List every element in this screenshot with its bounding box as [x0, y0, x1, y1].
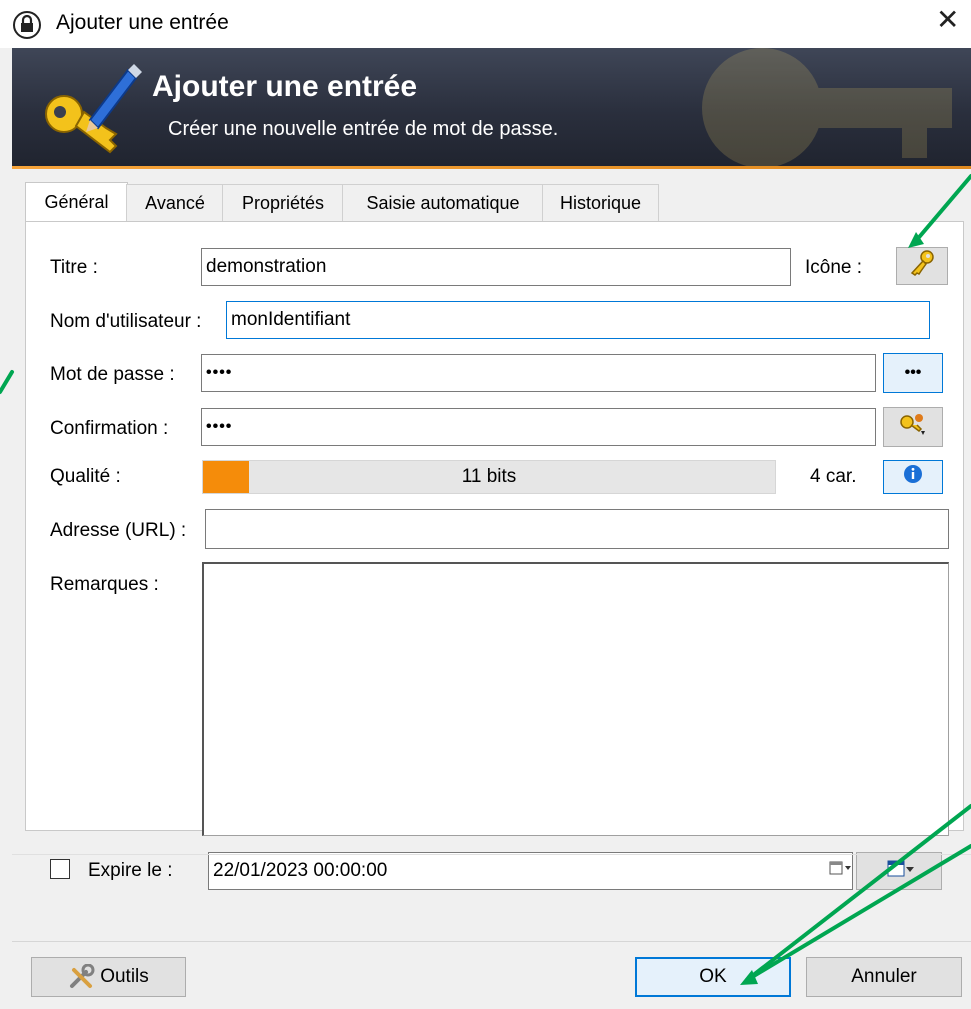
tools-button-label: Outils: [100, 966, 149, 987]
show-password-button[interactable]: •••: [883, 353, 943, 393]
calendar-icon: [829, 860, 853, 882]
tab-general[interactable]: Général: [25, 182, 128, 221]
tab-properties[interactable]: Propriétés: [222, 184, 344, 221]
banner-title: Ajouter une entrée: [152, 70, 418, 103]
url-field[interactable]: [205, 509, 949, 549]
confirm-label: Confirmation :: [50, 418, 169, 439]
clock-dropdown-icon: [882, 857, 916, 885]
lock-icon: [12, 10, 42, 45]
expire-checkbox[interactable]: [50, 859, 70, 879]
banner-watermark-icon: [702, 48, 952, 166]
divider: [12, 854, 971, 855]
notes-label: Remarques :: [50, 574, 159, 595]
expire-date-field[interactable]: 22/01/2023 00:00:00: [208, 852, 852, 890]
close-icon[interactable]: ✕: [936, 6, 959, 34]
username-field[interactable]: monIdentifiant: [226, 301, 930, 339]
expire-label: Expire le :: [88, 860, 173, 881]
key-pencil-icon: [32, 56, 142, 161]
url-label: Adresse (URL) :: [50, 520, 187, 541]
icon-label: Icône :: [805, 257, 863, 278]
title-label: Titre :: [50, 257, 98, 278]
title-field[interactable]: demonstration: [201, 248, 791, 286]
username-label: Nom d'utilisateur :: [50, 311, 202, 332]
icon-picker-button[interactable]: [896, 247, 948, 285]
footer-divider: [12, 941, 971, 942]
banner-accent-stripe: [12, 166, 971, 169]
password-field[interactable]: ••••: [201, 354, 876, 392]
tab-autotype[interactable]: Saisie automatique: [342, 184, 544, 221]
annotation-arrow-left: [0, 370, 14, 394]
cancel-button[interactable]: Annuler: [806, 957, 962, 997]
calendar-dropdown-button[interactable]: [829, 852, 853, 890]
quality-bar: 11 bits: [202, 460, 776, 494]
quality-info-button[interactable]: [883, 460, 943, 494]
quality-bits: 11 bits: [461, 466, 517, 487]
confirm-password-field[interactable]: ••••: [201, 408, 876, 446]
window-title: Ajouter une entrée: [56, 11, 229, 34]
char-count: 4 car.: [810, 466, 857, 487]
quality-label: Qualité :: [50, 466, 121, 487]
password-generator-button[interactable]: [883, 407, 943, 447]
info-icon: [903, 464, 923, 490]
key-icon: [908, 249, 936, 283]
title-bar: Ajouter une entrée ✕: [0, 0, 971, 48]
ok-button[interactable]: OK: [635, 957, 791, 997]
tools-icon: [68, 964, 96, 990]
tools-button[interactable]: Outils: [31, 957, 186, 997]
notes-textarea[interactable]: [202, 562, 949, 836]
tab-advanced[interactable]: Avancé: [126, 184, 224, 221]
generate-password-icon: [897, 411, 929, 443]
banner-subtitle: Créer une nouvelle entrée de mot de pass…: [168, 118, 559, 140]
tab-history[interactable]: Historique: [542, 184, 659, 221]
expiry-presets-button[interactable]: [856, 852, 942, 890]
header-banner: Ajouter une entrée Créer une nouvelle en…: [12, 48, 971, 166]
password-label: Mot de passe :: [50, 364, 175, 385]
